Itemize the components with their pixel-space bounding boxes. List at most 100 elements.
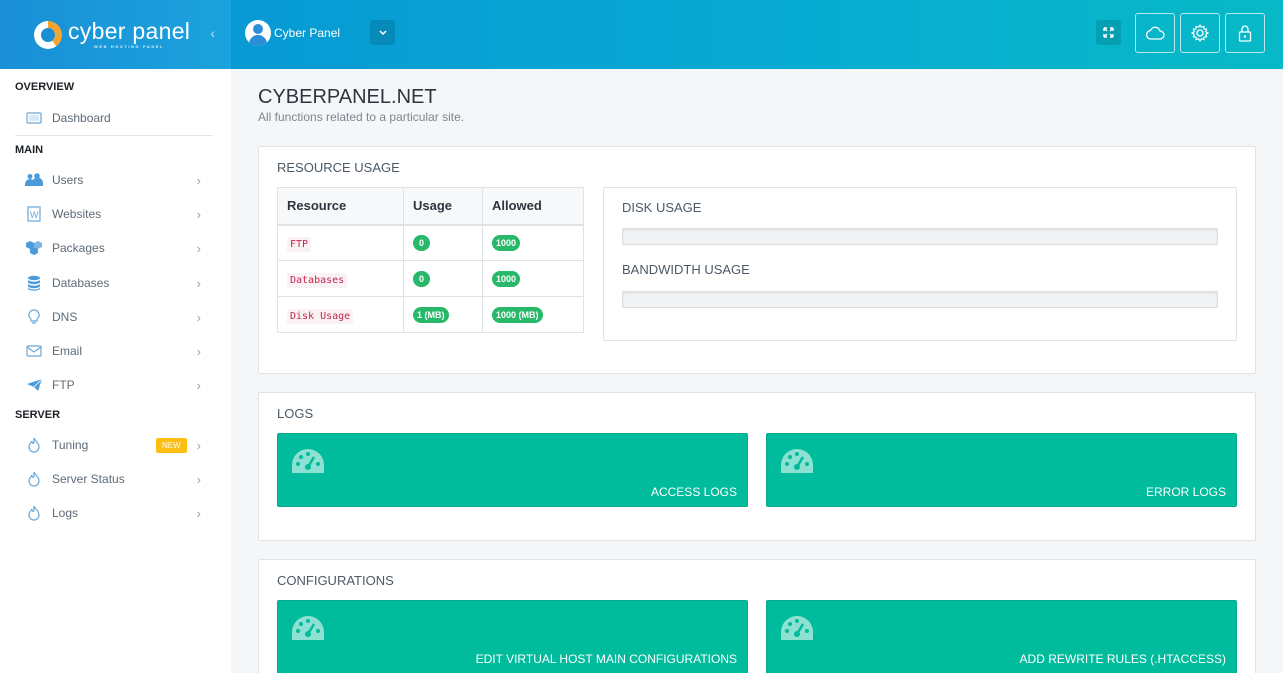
column-header: Usage (403, 187, 483, 226)
sidebar-item-label: FTP (52, 378, 75, 392)
configurations-panel: CONFIGURATIONS EDIT VIRTUAL HOST MAIN CO… (258, 559, 1256, 673)
error-logs-tile[interactable]: ERROR LOGS (766, 433, 1237, 507)
top-header: Cyber Panel (231, 0, 1283, 69)
tile-label: ADD REWRITE RULES (.HTACCESS) (1019, 652, 1226, 666)
sidebar-item-packages[interactable]: Packages › (15, 233, 213, 263)
dashboard-gauge-icon (292, 449, 324, 473)
table-row: FTP 0 1000 (277, 224, 584, 261)
resource-name: Disk Usage (287, 308, 354, 324)
paper-plane-icon (26, 378, 42, 391)
gear-icon (1190, 23, 1210, 43)
chevron-right-icon: › (196, 206, 201, 222)
column-header: Allowed (482, 187, 584, 226)
sidebar-item-logs[interactable]: Logs › (15, 498, 213, 528)
sidebar-item-databases[interactable]: Databases › (15, 268, 213, 298)
tile-label: ERROR LOGS (1145, 485, 1226, 499)
chevron-right-icon: › (196, 377, 201, 393)
chevron-right-icon: › (196, 275, 201, 291)
lock-button[interactable] (1225, 13, 1265, 53)
sidebar-item-dashboard[interactable]: Dashboard (15, 103, 213, 133)
brand-logo[interactable]: cyber panel WEB HOSTING PANEL (68, 18, 191, 50)
sidebar-item-users[interactable]: Users › (15, 165, 213, 195)
panel-title: LOGS (277, 406, 314, 421)
fullscreen-button[interactable] (1096, 20, 1121, 45)
expand-icon (1103, 27, 1114, 38)
chevron-right-icon: › (196, 471, 201, 487)
sidebar-item-websites[interactable]: W Websites › (15, 199, 213, 229)
page-subtitle: All functions related to a particular si… (258, 110, 465, 124)
sidebar-item-label: Tuning (52, 438, 89, 452)
sidebar-item-label: Websites (52, 207, 102, 221)
tile-label: EDIT VIRTUAL HOST MAIN CONFIGURATIONS (475, 652, 737, 666)
fire-icon (28, 437, 40, 453)
sidebar-item-label: Email (52, 344, 83, 358)
allowed-badge: 1000 (492, 270, 521, 287)
resource-table: Resource Usage Allowed FTP 0 1000 Databa… (277, 187, 584, 333)
fire-icon (28, 505, 40, 521)
sidebar-item-tuning[interactable]: Tuning NEW › (15, 430, 213, 460)
dashboard-gauge-icon (781, 616, 813, 640)
logo-icon (34, 20, 62, 49)
allowed-badge: 1000 (MB) (492, 306, 543, 323)
sidebar-item-label: DNS (52, 310, 78, 324)
sidebar-item-dns[interactable]: DNS › (15, 302, 213, 332)
section-server: SERVER (15, 409, 61, 421)
resource-name: FTP (287, 236, 312, 252)
brand-name: cyber panel (68, 18, 191, 44)
sidebar-item-label: Server Status (52, 472, 125, 486)
lock-icon (1238, 25, 1252, 42)
dashboard-gauge-icon (781, 449, 813, 473)
chevron-right-icon: › (196, 505, 201, 521)
sidebar-item-ftp[interactable]: FTP › (15, 370, 213, 400)
brand-bar: cyber panel WEB HOSTING PANEL ‹ (0, 0, 231, 69)
sidebar: OVERVIEW Dashboard MAIN Users › W Websit… (0, 69, 231, 673)
sidebar-item-label: Databases (52, 276, 110, 290)
section-main: MAIN (15, 144, 44, 156)
resource-name: Databases (287, 272, 348, 288)
resource-usage-panel: RESOURCE USAGE Resource Usage Allowed FT… (258, 146, 1256, 374)
sidebar-item-label: Packages (52, 241, 105, 255)
sidebar-item-email[interactable]: Email › (15, 336, 213, 366)
page-title: CYBERPANEL.NET (258, 86, 437, 108)
sidebar-item-label: Logs (52, 506, 79, 520)
sidebar-item-label: Users (52, 173, 84, 187)
cloud-button[interactable] (1135, 13, 1175, 53)
new-badge: NEW (155, 437, 187, 453)
sidebar-item-label: Dashboard (52, 111, 111, 125)
chevron-down-icon (378, 29, 387, 35)
wordpress-icon: W (27, 206, 41, 222)
sidebar-item-server-status[interactable]: Server Status › (15, 464, 213, 494)
database-icon (28, 275, 40, 291)
add-rewrite-rules-tile[interactable]: ADD REWRITE RULES (.HTACCESS) (766, 600, 1237, 673)
tile-label: ACCESS LOGS (650, 485, 737, 499)
lightbulb-icon (28, 309, 40, 324)
section-overview: OVERVIEW (15, 81, 75, 93)
cubes-icon (26, 241, 42, 255)
user-name[interactable]: Cyber Panel (274, 26, 340, 40)
chevron-right-icon: › (196, 240, 201, 256)
monitor-icon (26, 111, 42, 124)
envelope-icon (26, 345, 42, 357)
users-icon (25, 173, 43, 186)
sidebar-collapse-icon[interactable]: ‹ (210, 25, 215, 41)
disk-usage-label: DISK USAGE (622, 200, 702, 215)
table-row: Disk Usage 1 (MB) 1000 (MB) (277, 296, 584, 333)
column-header: Resource (277, 187, 404, 226)
avatar[interactable] (245, 20, 271, 46)
chevron-right-icon: › (196, 437, 201, 453)
usage-badge: 1 (MB) (413, 306, 449, 323)
settings-button[interactable] (1180, 13, 1220, 53)
chevron-right-icon: › (196, 309, 201, 325)
logs-panel: LOGS ACCESS LOGS ERROR LOGS (258, 392, 1256, 541)
edit-vhost-config-tile[interactable]: EDIT VIRTUAL HOST MAIN CONFIGURATIONS (277, 600, 748, 673)
chevron-right-icon: › (196, 172, 201, 188)
sidebar-divider (15, 135, 213, 136)
access-logs-tile[interactable]: ACCESS LOGS (277, 433, 748, 507)
cloud-icon (1145, 26, 1165, 40)
fire-icon (28, 471, 40, 487)
svg-text:W: W (30, 210, 39, 220)
brand-tagline: WEB HOSTING PANEL (93, 44, 165, 49)
disk-usage-bar (622, 228, 1218, 245)
allowed-badge: 1000 (492, 234, 521, 251)
user-menu-dropdown[interactable] (370, 20, 395, 45)
